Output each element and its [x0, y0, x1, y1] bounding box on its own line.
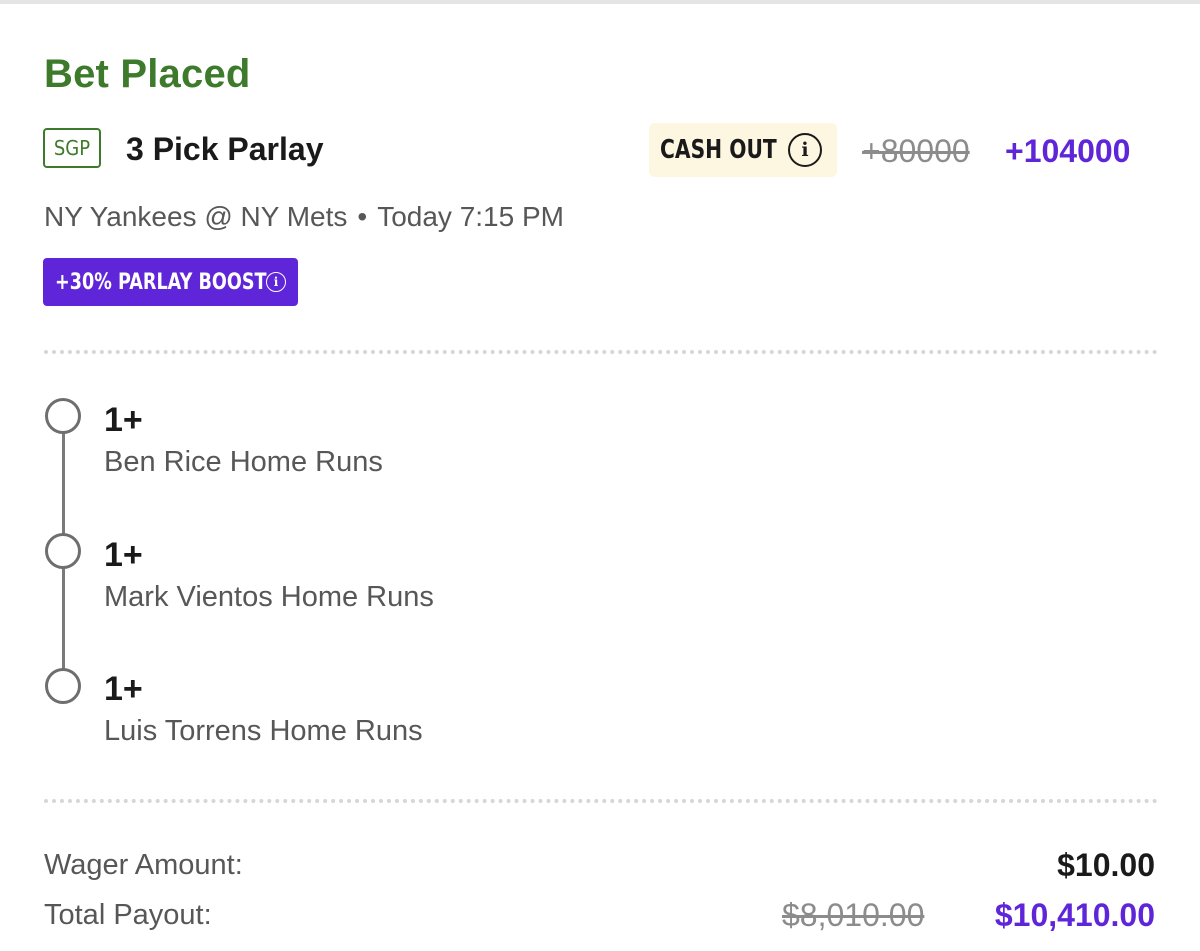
- parlay-boost-badge[interactable]: +30% PARLAY BOOST i: [43, 258, 298, 306]
- separator-dot: •: [357, 201, 368, 232]
- empty-circle-icon: [45, 668, 81, 704]
- empty-circle-icon: [45, 398, 81, 434]
- parlay-name: 3 Pick Parlay: [126, 131, 324, 167]
- leg-value: 1+: [104, 401, 143, 439]
- leg-market: Luis Torrens Home Runs: [104, 715, 423, 747]
- wager-value: $10.00: [1057, 847, 1155, 883]
- wager-label: Wager Amount:: [44, 849, 243, 881]
- leg-value: 1+: [104, 670, 143, 708]
- leg-market: Mark Vientos Home Runs: [104, 581, 434, 613]
- game-time: Today 7:15 PM: [377, 201, 564, 232]
- empty-circle-icon: [45, 533, 81, 569]
- leg-value: 1+: [104, 536, 143, 574]
- cash-out-label: CASH OUT: [660, 135, 777, 165]
- payout-label: Total Payout:: [44, 899, 212, 931]
- page-title: Bet Placed: [44, 52, 251, 96]
- parlay-boost-label: +30% PARLAY BOOST: [55, 269, 267, 295]
- divider-bottom: [44, 799, 1158, 803]
- game-info: NY Yankees @ NY Mets • Today 7:15 PM: [44, 201, 564, 233]
- sgp-badge: SGP: [43, 128, 101, 168]
- game-matchup: NY Yankees @ NY Mets: [44, 201, 348, 232]
- top-border: [0, 0, 1200, 4]
- original-odds: +80000: [862, 133, 970, 169]
- boosted-payout: $10,410.00: [994, 897, 1155, 933]
- cash-out-button[interactable]: CASH OUT i: [649, 123, 837, 177]
- boosted-odds: +104000: [1005, 133, 1131, 169]
- boost-info-icon[interactable]: i: [266, 272, 286, 292]
- info-icon[interactable]: i: [788, 133, 822, 167]
- divider-top: [44, 350, 1158, 354]
- original-payout: $8,010.00: [782, 897, 925, 933]
- leg-market: Ben Rice Home Runs: [104, 446, 383, 478]
